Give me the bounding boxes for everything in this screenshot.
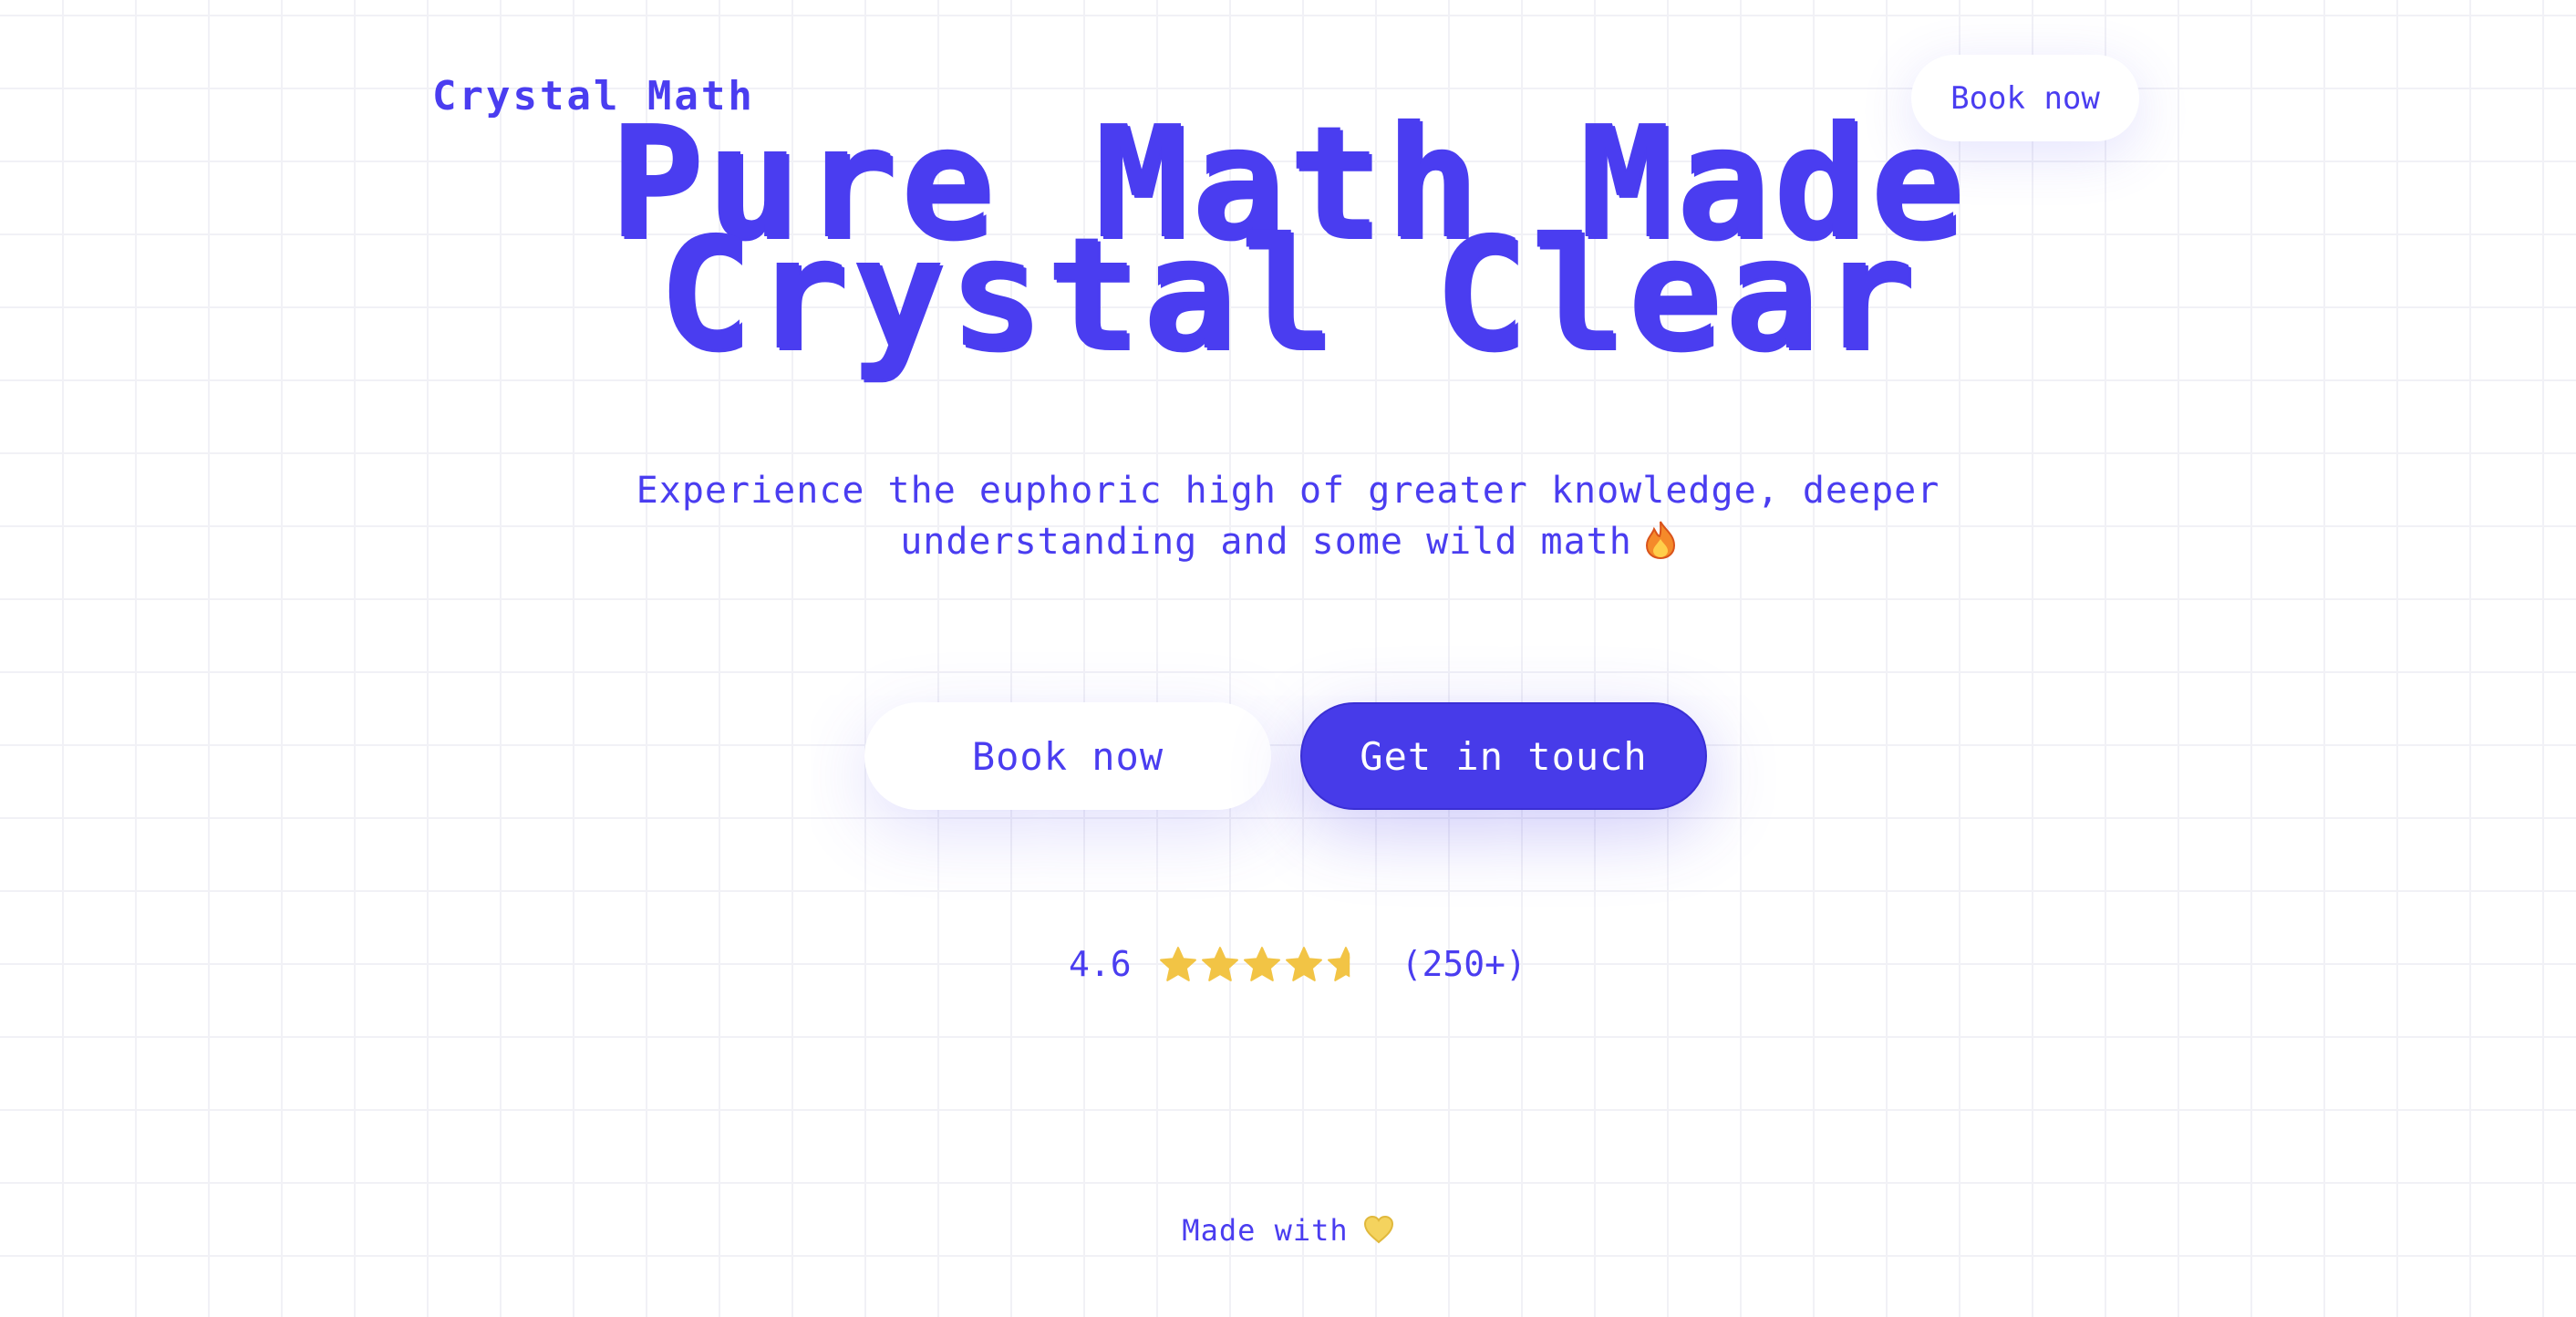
rating-summary: 4.6 (250+): [1069, 944, 1526, 984]
heart-icon: [1363, 1215, 1394, 1251]
hero-title: Pure Math Made Crystal Clear: [0, 106, 2576, 385]
rating-stars: [1159, 946, 1365, 982]
footer-credit: Made with: [0, 1213, 2576, 1251]
fire-icon: [1645, 521, 1676, 573]
nav-book-now-label: Book now: [1950, 79, 2100, 117]
star-icon: [1243, 947, 1280, 981]
book-now-label: Book now: [971, 733, 1164, 779]
book-now-button[interactable]: Book now: [864, 702, 1271, 810]
star-icon: [1201, 947, 1238, 981]
hero-subtitle: Experience the euphoric high of greater …: [547, 465, 2029, 573]
rating-count: (250+): [1401, 944, 1526, 984]
star-icon: [1285, 947, 1322, 981]
hero-subtitle-line-2: understanding and some wild math: [900, 521, 1632, 563]
get-in-touch-label: Get in touch: [1360, 733, 1648, 779]
cta-row: Book now Get in touch: [864, 702, 1707, 810]
hero-title-line-2: Crystal Clear: [657, 204, 1919, 385]
get-in-touch-button[interactable]: Get in touch: [1300, 702, 1707, 810]
footer-credit-text: Made with: [1182, 1213, 1349, 1248]
star-icon: [1327, 947, 1350, 981]
hero-subtitle-line-1: Experience the euphoric high of greater …: [636, 470, 1940, 512]
star-icon: [1159, 947, 1196, 981]
rating-score: 4.6: [1069, 944, 1132, 984]
